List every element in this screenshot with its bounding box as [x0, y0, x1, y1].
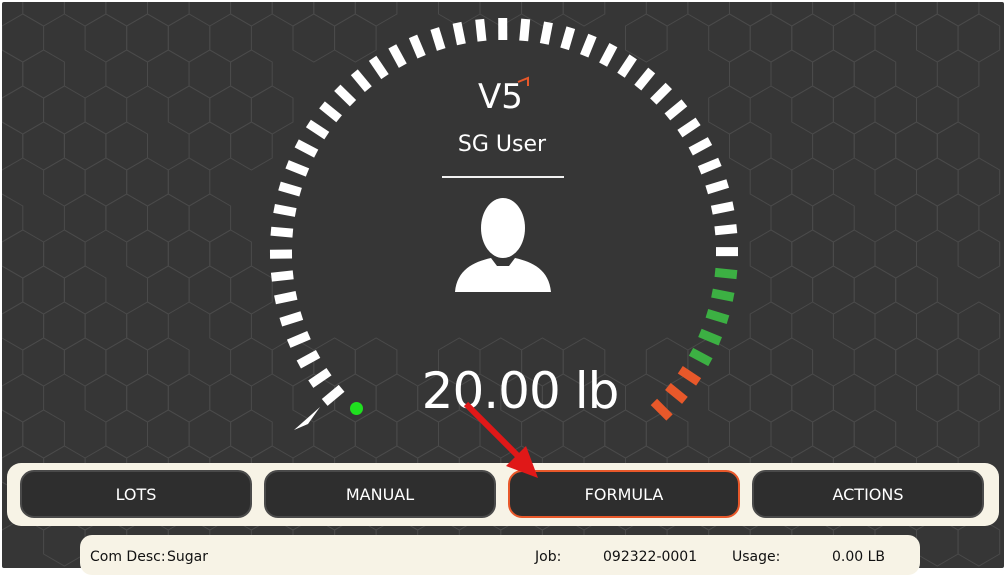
usage-value: 0.00 LB	[832, 549, 885, 565]
dial-tick-segment	[621, 57, 633, 75]
dial-tick-segment	[311, 372, 329, 384]
dial-tick-segment	[271, 275, 293, 277]
dial-tick-segment	[480, 19, 482, 41]
dial-tick-segment	[297, 143, 317, 153]
stable-status-dot	[350, 402, 363, 415]
dial-tick-segment	[524, 19, 526, 41]
dial-tick-segment	[457, 23, 461, 45]
dial-tick-segment	[308, 124, 326, 136]
dial-tick-segment	[584, 35, 592, 55]
dial-tick-segment	[680, 370, 698, 382]
dial-tick-segment	[603, 45, 613, 65]
dial-tick-segment	[691, 141, 710, 151]
dial-tick-segment	[435, 29, 442, 50]
job-label: Job:	[535, 549, 561, 565]
dial-tick-segment	[275, 295, 297, 300]
com-desc-label: Com Desc:	[90, 549, 166, 565]
dial-tick-segment	[707, 313, 728, 319]
dial-tick-segment	[271, 231, 293, 233]
dial-tick-segment	[565, 28, 571, 49]
dial-tick-segment	[691, 352, 710, 362]
dial-tick-segment	[392, 46, 403, 65]
dial-tick-segment	[287, 164, 307, 172]
dial-tick-segment	[667, 103, 684, 117]
lots-button[interactable]: LOTS	[20, 470, 252, 518]
dial-tick-segment	[337, 88, 353, 103]
dial-tick-segment	[712, 206, 734, 210]
com-desc-value: Sugar	[167, 549, 208, 565]
dial-tick-segment	[700, 333, 720, 341]
dial-tick-segment	[715, 272, 737, 274]
dial-tick-segment	[354, 72, 368, 89]
dial-tick-segment	[715, 229, 737, 231]
dial-tick-segment	[289, 335, 309, 344]
v5-logo: V5	[460, 74, 544, 116]
dial-tick-segment	[544, 22, 548, 44]
dial-tick-segment	[653, 86, 669, 102]
dial-tick-segment	[299, 354, 318, 365]
user-silhouette-icon	[453, 196, 553, 292]
actions-button[interactable]: ACTIONS	[752, 470, 984, 518]
dial-tick-segment	[274, 208, 296, 212]
dial-tick-segment	[322, 105, 339, 119]
formula-button[interactable]: FORMULA	[508, 470, 740, 518]
svg-text:V5: V5	[478, 77, 523, 116]
dial-tick-segment	[638, 71, 652, 88]
dial-tick-segment	[707, 184, 728, 190]
dial-tick-segment	[413, 36, 422, 56]
user-divider	[442, 176, 564, 178]
dial-tick-segment	[680, 121, 698, 133]
dial-tick-segment	[700, 162, 720, 170]
dial-tick-segment	[325, 388, 342, 402]
screen: V5 SG User 20.00 lb LOTS MANUAL FORMULA …	[0, 0, 1006, 568]
dial-tick-segment	[280, 186, 301, 192]
dial-tick-segment	[668, 387, 685, 401]
user-name: SG User	[402, 132, 602, 157]
dial-tick-segment	[712, 293, 734, 297]
weight-display: 20.00 lb	[380, 362, 660, 420]
job-value: 092322-0001	[603, 549, 697, 565]
dial-pointer-icon	[294, 407, 320, 430]
usage-label: Usage:	[732, 549, 780, 565]
dial-tick-segment	[281, 316, 302, 323]
dial-tick-segment	[373, 58, 385, 76]
info-bar: Com Desc: Sugar Job: 092322-0001 Usage: …	[80, 535, 920, 575]
manual-button[interactable]: MANUAL	[264, 470, 496, 518]
